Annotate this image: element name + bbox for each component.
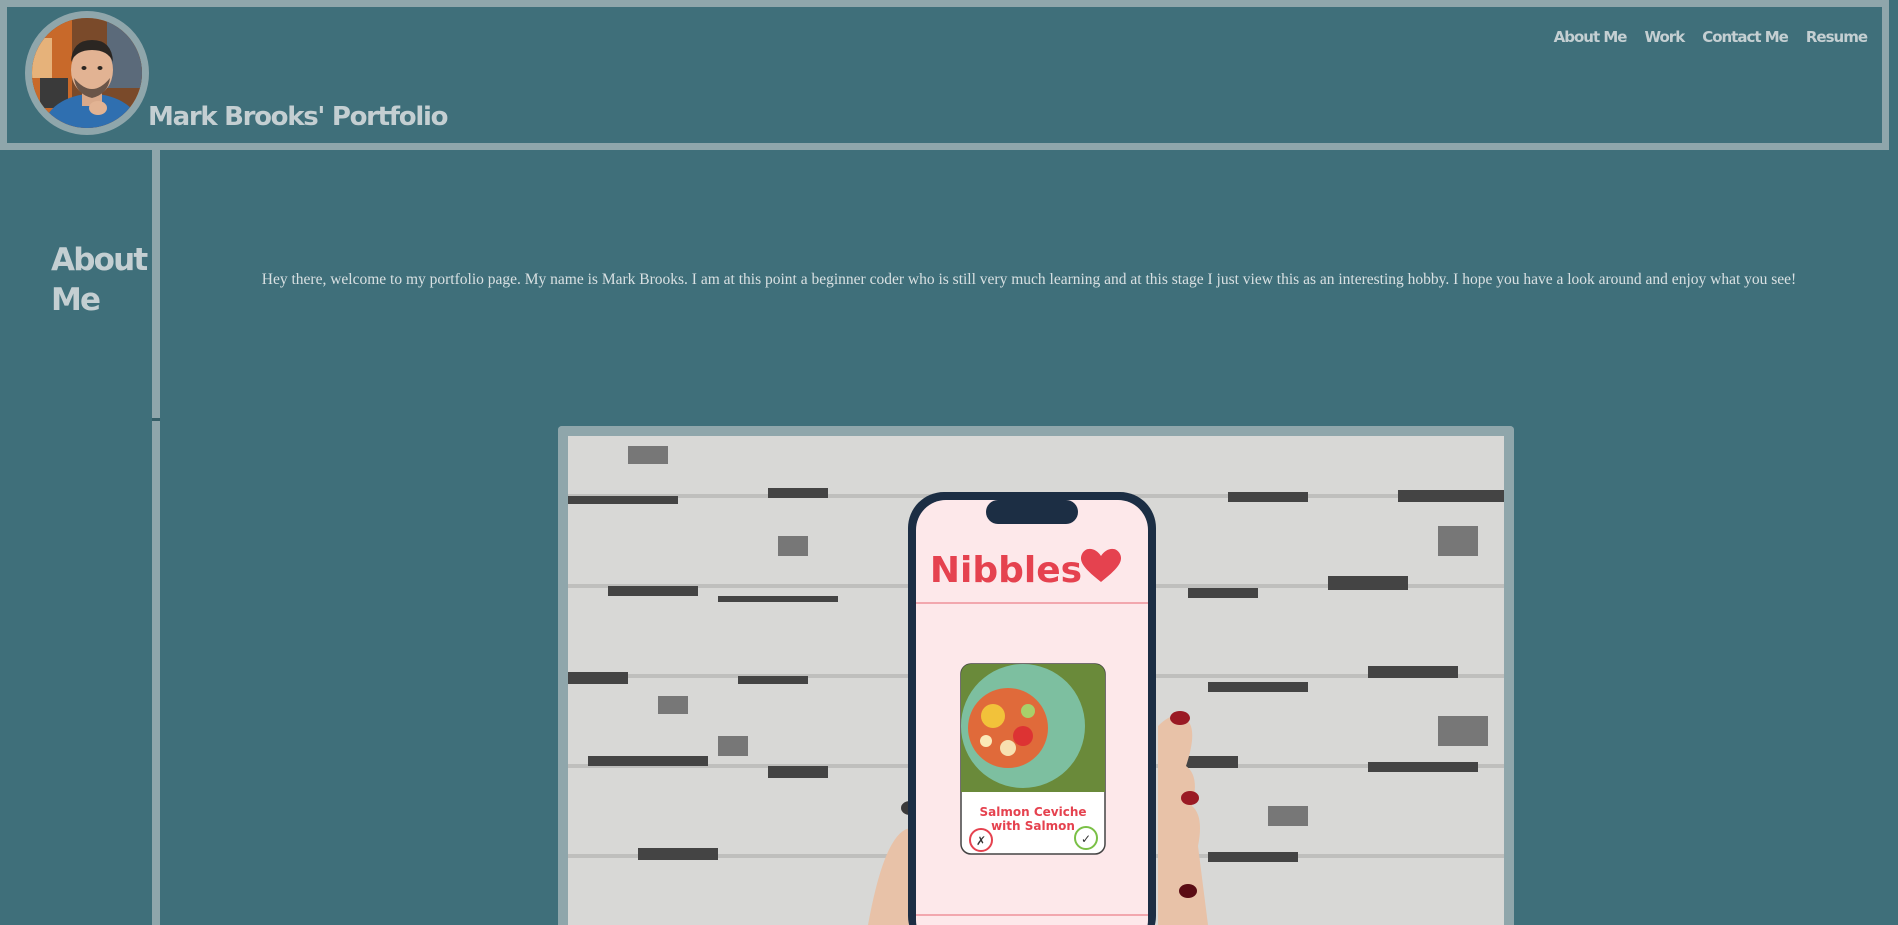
nav-work[interactable]: Work [1644, 28, 1685, 46]
about-intro-text: Hey there, welcome to my portfolio page.… [261, 271, 1797, 288]
profile-avatar [25, 11, 149, 135]
sidebar-divider-notch [152, 418, 160, 421]
section-heading-about: About Me [51, 242, 148, 318]
nav-resume[interactable]: Resume [1806, 28, 1868, 46]
nav-contact-me[interactable]: Contact Me [1702, 28, 1789, 46]
app-logo-text: Nibbles [930, 550, 1082, 591]
top-nav: About Me Work Contact Me Resume [1554, 28, 1868, 46]
sidebar-divider [152, 150, 160, 925]
avatar-photo [32, 18, 142, 128]
project-screenshot-image[interactable]: Nibbles Salmon Ceviche with Salmon ✗ ✓ [568, 436, 1504, 925]
site-header: Mark Brooks' Portfolio About Me Work Con… [0, 0, 1889, 150]
nav-about-me[interactable]: About Me [1554, 28, 1628, 46]
recipe-card-title-line2: with Salmon [991, 819, 1075, 833]
svg-text:✓: ✓ [1081, 832, 1091, 846]
recipe-card-title-line1: Salmon Ceviche [980, 805, 1087, 819]
site-title: Mark Brooks' Portfolio [148, 102, 448, 132]
svg-text:✗: ✗ [976, 834, 986, 848]
project-showcase[interactable]: Nibbles Salmon Ceviche with Salmon ✗ ✓ [558, 426, 1514, 925]
